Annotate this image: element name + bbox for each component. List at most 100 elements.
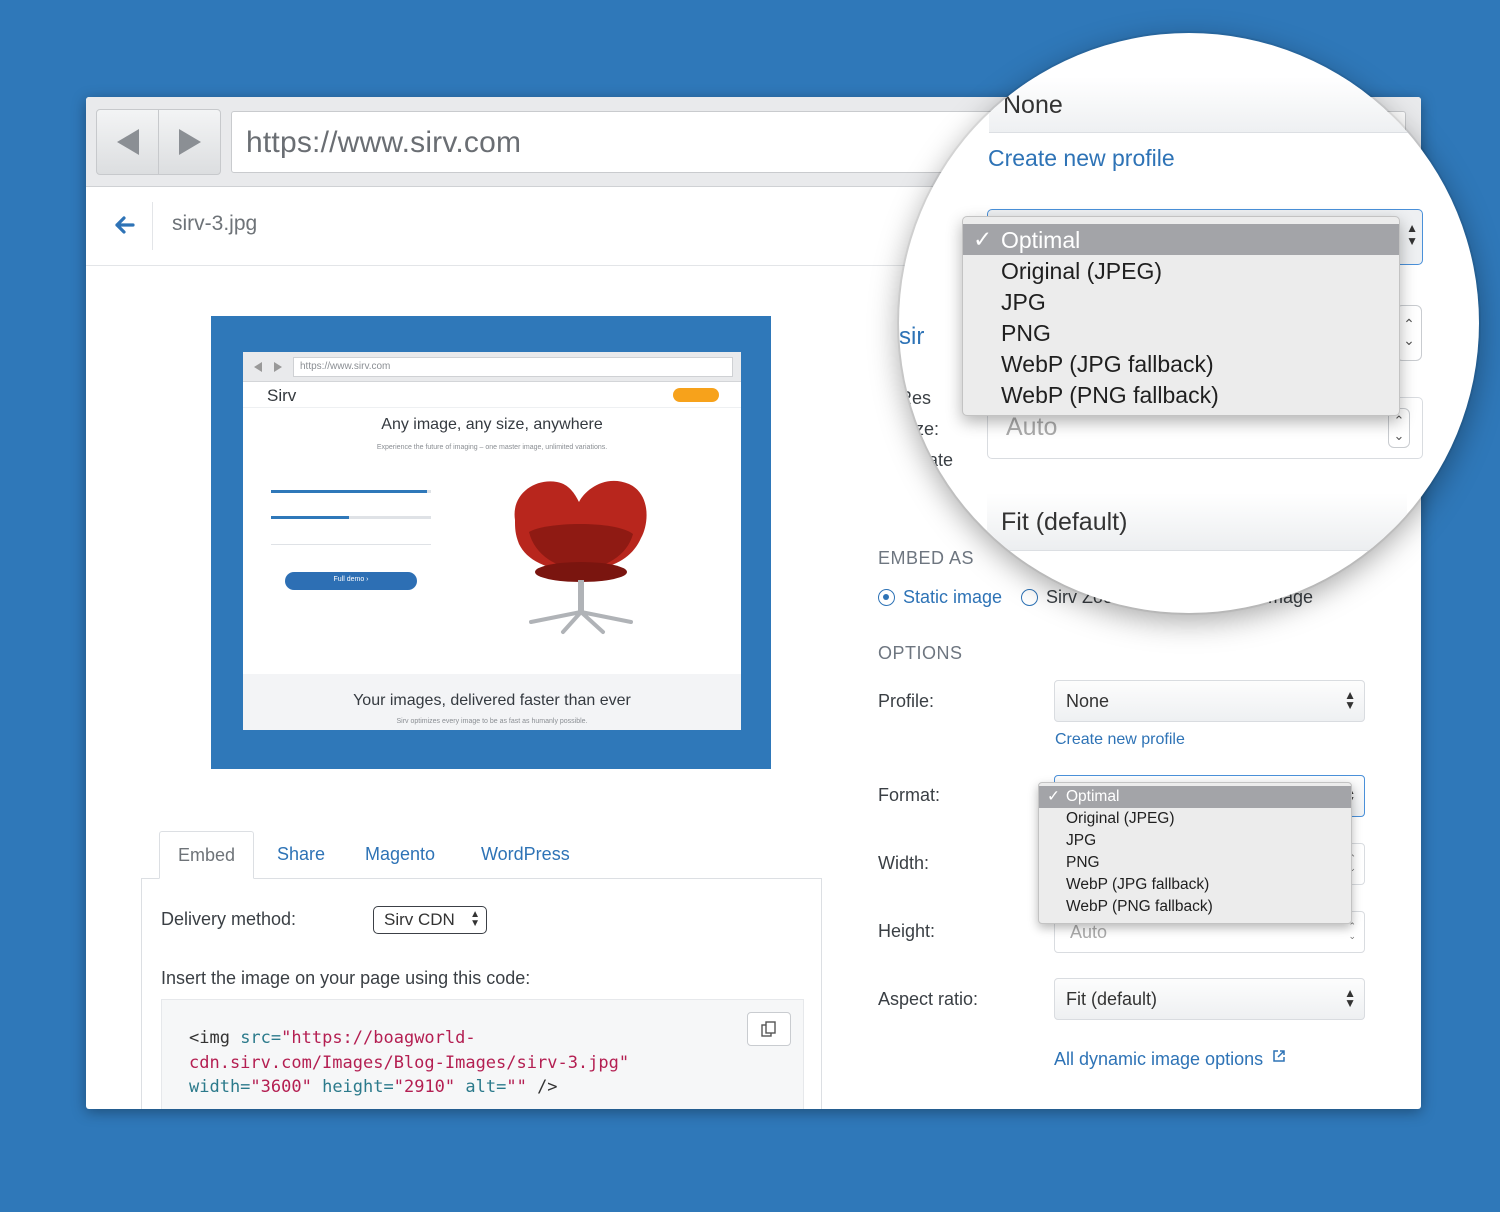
preview-toolbar: https://www.sirv.com <box>243 352 741 382</box>
format-label: Format: <box>878 785 941 805</box>
code-value: "3600" <box>250 1077 312 1097</box>
embed-tabs: Embed Share Magento WordPress <box>141 831 822 879</box>
option-label: Original (JPEG) <box>1001 258 1163 284</box>
format-option-png[interactable]: PNG <box>1039 852 1351 874</box>
zoomed-profile-select: None <box>989 77 1409 133</box>
divider <box>152 202 153 250</box>
preview-slider <box>271 516 349 519</box>
code-tag: /> <box>526 1077 558 1097</box>
option-label: WebP (PNG fallback) <box>1001 382 1219 408</box>
stepper-icon: ⌃ ⌄ <box>1348 921 1356 941</box>
profile-label: Profile: <box>878 691 935 711</box>
file-name: sirv-3.jpg <box>172 212 258 235</box>
triangle-right-icon <box>274 362 282 372</box>
aspect-ratio-label: Aspect ratio: <box>878 989 979 1009</box>
nav-buttons <box>96 109 221 175</box>
chair-image <box>514 480 647 634</box>
back-button[interactable] <box>97 110 159 174</box>
triangle-right-icon <box>178 129 201 155</box>
option-label: WebP (PNG fallback) <box>1066 898 1213 915</box>
preview-subhead: Experience the future of imaging – one m… <box>376 444 608 451</box>
preview-footer-title: Your images, delivered faster than ever <box>353 692 631 709</box>
format-dropdown: ✓ Optimal Original (JPEG) JPG PNG WebP (J… <box>1038 782 1352 924</box>
forward-button[interactable] <box>159 110 220 174</box>
format-option-webp-jpg[interactable]: WebP (JPG fallback) <box>1039 874 1351 896</box>
preview-nav: Sirv <box>243 382 741 408</box>
select-arrows-icon: ▲▼ <box>1344 688 1356 712</box>
zoomed-format-dropdown: ✓ Optimal Original (JPEG) JPG PNG WebP (J… <box>962 216 1400 416</box>
preview-cta: Full demo › <box>285 572 417 590</box>
option-label: JPG <box>1001 289 1046 315</box>
code-attr: height= <box>311 1077 394 1097</box>
aspect-ratio-select[interactable]: Fit (default) ▲ ▼ <box>1054 978 1365 1020</box>
format-option-webp-png[interactable]: WebP (PNG fallback) <box>1039 896 1351 918</box>
embed-panel: Delivery method: Sirv CDN ▲ ▼ Insert the … <box>141 878 822 1109</box>
code-attr: width= <box>189 1077 251 1097</box>
zoomed-option: PNG <box>963 317 1399 348</box>
profile-select[interactable]: None ▲ ▼ <box>1054 680 1365 722</box>
copy-icon <box>761 1021 776 1037</box>
zoomed-left-text: Create <box>899 450 954 470</box>
radio-static-image[interactable] <box>878 589 895 606</box>
zoomed-create-profile-link: Create new profile <box>988 145 1175 171</box>
delivery-method-label: Delivery method: <box>161 909 297 929</box>
zoomed-left-text: Res <box>899 388 932 408</box>
preview-footer: Your images, delivered faster than ever … <box>243 674 741 730</box>
preview-screenshot: https://www.sirv.com Sirv Any image, any… <box>243 352 741 730</box>
select-arrows-icon: ▲▼ <box>470 909 480 929</box>
options-heading: OPTIONS <box>878 643 963 663</box>
magnifier-zoom: None Create new profile sir Res Size: Cr… <box>899 33 1479 613</box>
option-label: Original (JPEG) <box>1066 810 1175 827</box>
preview-slider <box>271 490 427 493</box>
preview-footer-sub: Sirv optimizes every image to be as fast… <box>396 718 588 725</box>
image-preview: https://www.sirv.com Sirv Any image, any… <box>211 316 771 769</box>
all-options-link[interactable]: All dynamic image options <box>1054 1049 1286 1070</box>
format-option-jpg[interactable]: JPG <box>1039 830 1351 852</box>
tab-magento[interactable]: Magento <box>365 831 435 879</box>
checkmark-icon: ✓ <box>973 226 993 252</box>
zoomed-aspect-select: Fit (default) <box>987 493 1407 551</box>
delivery-method-value: Sirv CDN <box>384 910 455 929</box>
option-label: JPG <box>1066 832 1097 849</box>
zoomed-left-text: sir <box>899 323 925 350</box>
copy-button[interactable] <box>747 1012 791 1046</box>
code-value: "" <box>506 1077 527 1097</box>
embed-code: <img src="https://boagworld- cdn.sirv.co… <box>189 1026 629 1100</box>
external-link-icon <box>1273 1050 1285 1062</box>
code-attr: src= <box>229 1028 282 1048</box>
insert-code-label: Insert the image on your page using this… <box>161 968 531 988</box>
option-label: Optimal <box>1066 788 1120 805</box>
triangle-left-icon <box>254 362 262 372</box>
preview-url: https://www.sirv.com <box>293 357 733 377</box>
code-block[interactable]: <img src="https://boagworld- cdn.sirv.co… <box>161 999 804 1109</box>
create-profile-link[interactable]: Create new profile <box>1055 731 1185 749</box>
radio-static-image-label: Static image <box>903 587 1003 607</box>
triangle-left-icon <box>116 129 139 155</box>
zoomed-left-text: Size: <box>899 419 940 439</box>
code-value: "https://boagworld- <box>281 1028 476 1048</box>
radio-sirv-zoom[interactable] <box>1021 589 1038 606</box>
preview-register-button <box>673 388 719 402</box>
zoomed-option: ✓ Optimal <box>963 224 1399 255</box>
all-options-label: All dynamic image options <box>1054 1049 1264 1069</box>
select-arrows-icon: ▲▼ <box>1406 221 1418 248</box>
option-label: Optimal <box>1001 227 1081 253</box>
option-label: PNG <box>1001 320 1051 346</box>
tab-wordpress[interactable]: WordPress <box>481 831 570 879</box>
format-option-original[interactable]: Original (JPEG) <box>1039 808 1351 830</box>
height-value: Auto <box>1070 922 1108 942</box>
zoomed-option: WebP (JPG fallback) <box>963 348 1399 379</box>
delivery-method-select[interactable]: Sirv CDN ▲ ▼ <box>373 906 487 934</box>
arrow-left-icon[interactable] <box>114 214 136 236</box>
preview-divider <box>271 544 431 545</box>
preview-logo: Sirv <box>267 386 297 405</box>
profile-value: None <box>1066 691 1110 711</box>
option-label: PNG <box>1066 854 1100 871</box>
tab-embed[interactable]: Embed <box>159 831 255 879</box>
tab-share[interactable]: Share <box>277 831 325 879</box>
height-label: Height: <box>878 921 936 941</box>
option-label: WebP (JPG fallback) <box>1001 351 1214 377</box>
code-attr: alt= <box>455 1077 507 1097</box>
width-label: Width: <box>878 853 930 873</box>
format-option-optimal[interactable]: ✓ Optimal <box>1039 786 1351 808</box>
